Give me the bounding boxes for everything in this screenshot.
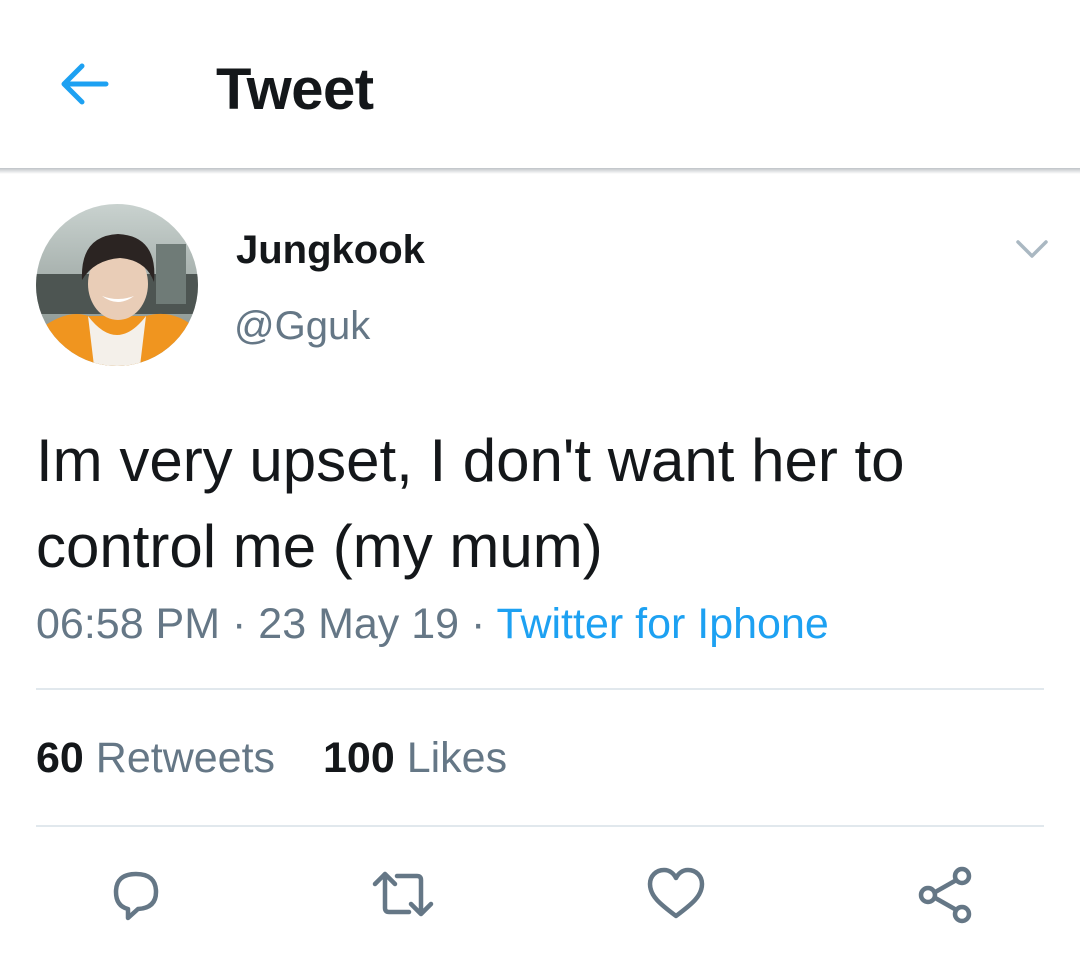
top-app-bar: Tweet (0, 0, 1080, 168)
meta-separator: · (471, 600, 486, 648)
arrow-left-icon (61, 63, 109, 105)
tweet-source-link[interactable]: Twitter for Iphone (497, 600, 829, 648)
share-icon (918, 866, 972, 924)
like-icon (647, 867, 705, 919)
tweet-date: 23 May 19 (258, 600, 460, 648)
tweet-time: 06:58 PM (36, 600, 221, 648)
back-button[interactable] (56, 60, 112, 108)
reply-button[interactable] (104, 862, 168, 926)
reply-icon (113, 871, 159, 921)
tweet-text: Im very upset, I don't want her to contr… (36, 427, 905, 580)
likes-stat[interactable]: 100 Likes (323, 734, 507, 782)
page-title: Tweet (216, 57, 374, 122)
avatar[interactable] (36, 204, 198, 366)
retweet-button[interactable] (371, 862, 435, 926)
tweet-meta: 06:58 PM · 23 May 19 · Twitter for Iphon… (36, 600, 829, 649)
author-handle[interactable]: @Gguk (234, 304, 370, 349)
author-name[interactable]: Jungkook (236, 228, 425, 273)
avatar-photo (36, 204, 198, 366)
chevron-down-icon (1016, 240, 1048, 258)
meta-separator: · (232, 600, 247, 648)
share-button[interactable] (914, 862, 978, 926)
retweet-icon (372, 871, 434, 917)
retweets-stat[interactable]: 60 Retweets (36, 734, 275, 782)
like-label: Likes (406, 734, 508, 782)
more-options-button[interactable] (1012, 234, 1052, 264)
retweet-count: 60 (36, 734, 84, 782)
like-count: 100 (323, 734, 395, 782)
retweet-label: Retweets (95, 734, 276, 782)
like-button[interactable] (644, 862, 708, 926)
divider (36, 825, 1044, 827)
tweet-stats: 60 Retweets 100 Likes (36, 734, 543, 783)
header-divider (0, 168, 1080, 174)
divider (36, 688, 1044, 690)
